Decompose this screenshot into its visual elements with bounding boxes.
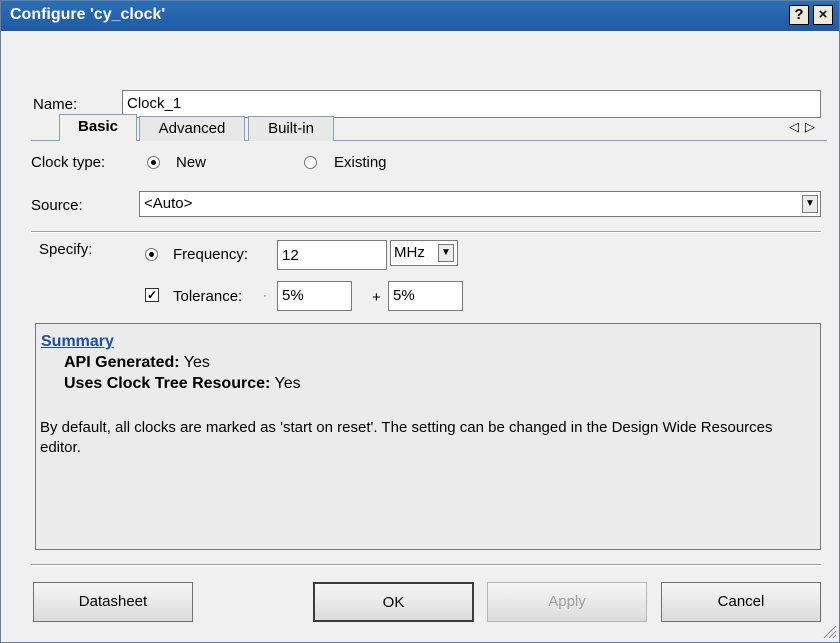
tab-scroll-right-icon[interactable]: ▷ bbox=[805, 119, 815, 135]
tab-basic[interactable]: Basic bbox=[59, 114, 137, 141]
frequency-input[interactable]: 12 bbox=[277, 240, 387, 270]
radio-existing[interactable] bbox=[304, 156, 317, 169]
api-generated-value: Yes bbox=[183, 354, 210, 371]
source-value: <Auto> bbox=[144, 195, 193, 212]
source-label: Source: bbox=[31, 197, 83, 214]
specify-label: Specify: bbox=[39, 241, 93, 258]
summary-heading[interactable]: Summary bbox=[41, 333, 114, 351]
api-generated-row: API Generated: Yes bbox=[64, 354, 210, 372]
uses-clock-tree-row: Uses Clock Tree Resource: Yes bbox=[64, 375, 301, 393]
summary-note: By default, all clocks are marked as 'st… bbox=[40, 419, 773, 456]
resize-grip-icon[interactable] bbox=[821, 623, 837, 639]
tab-advanced[interactable]: Advanced bbox=[139, 116, 245, 141]
radio-new-label[interactable]: New bbox=[176, 154, 206, 171]
name-input[interactable]: Clock_1 bbox=[122, 90, 821, 118]
help-button[interactable]: ? bbox=[789, 5, 809, 25]
tolerance-minus-input[interactable]: 5% bbox=[277, 281, 352, 311]
summary-panel: Summary API Generated: Yes Uses Clock Tr… bbox=[35, 323, 821, 550]
source-dropdown[interactable]: <Auto> bbox=[139, 191, 821, 217]
ok-button[interactable]: OK bbox=[313, 582, 474, 622]
close-button[interactable]: × bbox=[813, 5, 833, 25]
source-dropdown-arrow-icon[interactable]: ▼ bbox=[802, 195, 818, 213]
cancel-button[interactable]: Cancel bbox=[661, 582, 821, 622]
clock-type-label: Clock type: bbox=[31, 154, 106, 171]
radio-frequency[interactable] bbox=[145, 248, 158, 261]
tolerance-label[interactable]: Tolerance: bbox=[173, 288, 242, 305]
window-title: Configure 'cy_clock' bbox=[10, 6, 166, 23]
unit-value: MHz bbox=[394, 244, 425, 261]
name-label: Name: bbox=[33, 96, 78, 113]
separator-top bbox=[31, 231, 821, 233]
title-bar[interactable]: Configure 'cy_clock' ? × bbox=[1, 1, 839, 31]
configure-dialog: Configure 'cy_clock' ? × Name: Clock_1 B… bbox=[0, 0, 840, 643]
tolerance-minus-sign: · bbox=[263, 288, 267, 302]
tab-built-in[interactable]: Built-in bbox=[248, 116, 334, 141]
tab-scroll-left-icon[interactable]: ◁ bbox=[789, 119, 799, 135]
tolerance-plus-sign: + bbox=[372, 289, 381, 306]
apply-button[interactable]: Apply bbox=[487, 582, 647, 622]
unit-dropdown-arrow-icon[interactable]: ▼ bbox=[438, 244, 454, 262]
tolerance-checkbox[interactable]: ✓ bbox=[145, 288, 159, 302]
tolerance-plus-input[interactable]: 5% bbox=[388, 281, 463, 311]
uses-clock-tree-label: Uses Clock Tree Resource: bbox=[64, 375, 271, 392]
datasheet-button[interactable]: Datasheet bbox=[33, 582, 193, 622]
api-generated-label: API Generated: bbox=[64, 354, 180, 371]
uses-clock-tree-value: Yes bbox=[274, 375, 301, 392]
separator-bottom bbox=[31, 564, 821, 566]
radio-existing-label[interactable]: Existing bbox=[334, 154, 387, 171]
radio-new[interactable] bbox=[147, 156, 160, 169]
frequency-label[interactable]: Frequency: bbox=[173, 246, 248, 263]
